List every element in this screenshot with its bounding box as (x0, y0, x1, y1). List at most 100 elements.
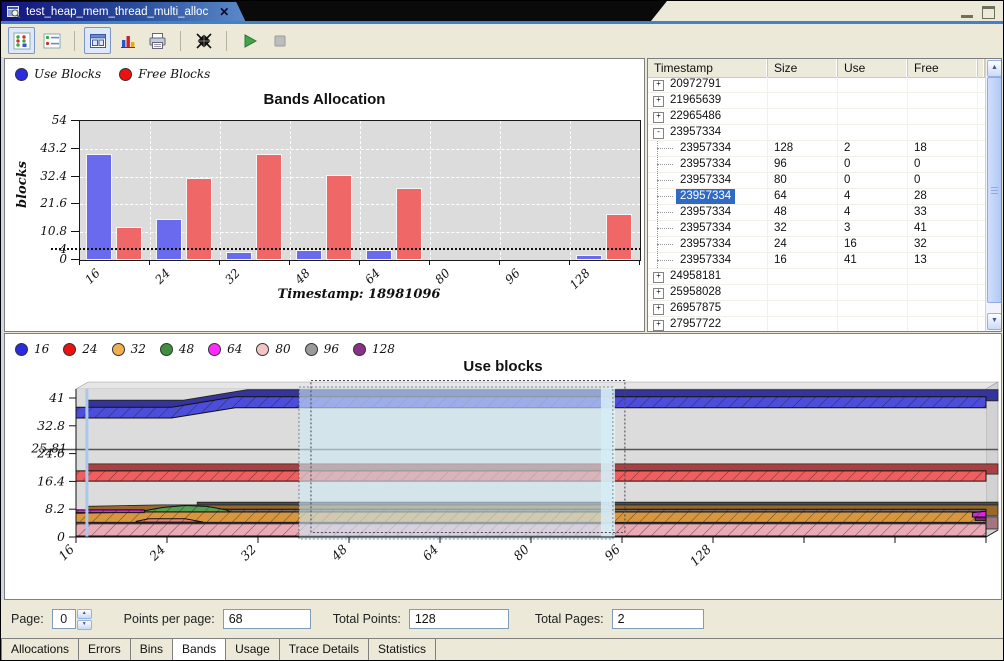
application-window: test_heap_mem_thread_multi_alloc ✕ (0, 0, 1004, 661)
tab-usage[interactable]: Usage (225, 639, 280, 661)
view-list-icon[interactable] (38, 27, 65, 54)
y-tick-mark (71, 231, 79, 232)
page-spinner[interactable]: 0 (52, 609, 76, 629)
legend-item: 128 (353, 342, 395, 356)
print-icon[interactable] (144, 27, 171, 54)
table-row[interactable]: -23957334 (648, 125, 985, 141)
editor-tabstrip: test_heap_mem_thread_multi_alloc ✕ (1, 1, 1003, 21)
table-row[interactable]: 23957334128218 (648, 141, 985, 157)
free-cell: 33 (908, 205, 978, 220)
table-row[interactable]: +27957722 (648, 317, 985, 331)
use-cell (838, 317, 908, 331)
expand-icon[interactable]: + (653, 320, 664, 331)
tab-errors[interactable]: Errors (78, 639, 131, 661)
points-per-page-input[interactable] (223, 609, 311, 629)
minimize-icon[interactable] (961, 6, 973, 18)
tab-bands[interactable]: Bands (172, 639, 226, 661)
free-cell (908, 317, 978, 331)
use-cell (838, 301, 908, 316)
table-row[interactable]: +24958181 (648, 269, 985, 285)
editor-tab[interactable]: test_heap_mem_thread_multi_alloc ✕ (2, 2, 245, 21)
bar-use (366, 250, 392, 260)
column-header-size[interactable]: Size (768, 59, 838, 77)
page-spinner-buttons[interactable]: ▲▼ (77, 609, 92, 630)
gridline (290, 121, 291, 260)
table-row[interactable]: 239573348000 (648, 173, 985, 189)
timestamp-cell: +20972791 (648, 77, 768, 92)
table-row[interactable]: 2395733464428 (648, 189, 985, 205)
tab-statistics[interactable]: Statistics (368, 639, 436, 661)
table-row[interactable]: +25958028 (648, 285, 985, 301)
use-cell: 4 (838, 205, 908, 220)
svg-text:0: 0 (57, 529, 65, 544)
scrollbar-thumb[interactable] (987, 77, 1002, 303)
tab-bins[interactable]: Bins (130, 639, 173, 661)
column-header-free[interactable]: Free (908, 59, 978, 77)
expand-icon[interactable]: + (653, 288, 664, 299)
close-icon[interactable]: ✕ (219, 5, 229, 19)
threshold-line (51, 248, 641, 250)
scroll-up-icon[interactable]: ▲ (987, 60, 1002, 77)
legend-item: 24 (63, 342, 97, 356)
timestamp-label: 26957875 (666, 301, 725, 316)
expand-icon[interactable]: + (653, 304, 664, 315)
expand-icon[interactable]: + (653, 112, 664, 123)
tab-allocations[interactable]: Allocations (1, 639, 79, 661)
table-row[interactable]: 2395733432341 (648, 221, 985, 237)
table-row[interactable]: 2395733448433 (648, 205, 985, 221)
svg-text:41: 41 (48, 390, 65, 405)
bar-free (606, 214, 632, 260)
chart-window-icon[interactable] (84, 27, 111, 54)
total-points-label: Total Points: (333, 612, 401, 626)
collapse-icon[interactable] (190, 27, 217, 54)
free-cell (908, 109, 978, 124)
table-row[interactable]: +22965486 (648, 109, 985, 125)
expand-icon[interactable]: + (653, 96, 664, 107)
tree-guide (657, 244, 673, 245)
run-icon[interactable] (236, 27, 263, 54)
timestamp-label: 24958181 (666, 269, 725, 284)
table-row[interactable]: 23957334241632 (648, 237, 985, 253)
timestamp-cell: +27957722 (648, 317, 768, 331)
column-header-use[interactable]: Use (838, 59, 908, 77)
restore-icon[interactable] (982, 6, 995, 19)
tree-guide (657, 212, 673, 213)
svg-text:32: 32 (237, 541, 259, 563)
expand-icon[interactable]: + (653, 80, 664, 91)
stop-icon[interactable] (266, 27, 293, 54)
timestamp-label: 23957334 (676, 173, 735, 188)
bar-use (576, 255, 602, 260)
use-cell: 0 (838, 157, 908, 172)
view-matrix-icon[interactable] (8, 27, 35, 54)
x-tick-mark (429, 260, 430, 265)
table-row[interactable]: 23957334164113 (648, 253, 985, 269)
legend-dot-icon (112, 343, 125, 356)
y-tick-label: 32.4 (5, 169, 67, 183)
legend-item: 80 (256, 342, 290, 356)
tab-trace-details[interactable]: Trace Details (279, 639, 369, 661)
free-cell (908, 301, 978, 316)
svg-text:48: 48 (328, 541, 351, 564)
expand-icon[interactable]: + (653, 272, 664, 283)
scroll-down-icon[interactable]: ▼ (987, 313, 1002, 330)
size-cell (768, 109, 838, 124)
legend-label: Use Blocks (34, 67, 101, 81)
table-row[interactable]: +21965639 (648, 93, 985, 109)
table-scrollbar[interactable]: ▲ ▼ (985, 59, 1001, 331)
toolbar-separator (74, 31, 75, 51)
gridline (150, 121, 151, 260)
collapse-icon[interactable]: - (653, 128, 664, 139)
table-row[interactable]: +26957875 (648, 301, 985, 317)
timestamp-label: 23957334 (676, 237, 735, 252)
y-tick-mark (71, 120, 79, 121)
size-cell (768, 269, 838, 284)
size-cell: 16 (768, 253, 838, 268)
bar-chart-icon[interactable] (114, 27, 141, 54)
column-header-timestamp[interactable]: Timestamp (648, 59, 768, 77)
timestamp-label: 27957722 (666, 317, 725, 331)
table-row[interactable]: +20972791 (648, 77, 985, 93)
page-label: Page: (11, 612, 44, 626)
tree-guide (657, 164, 673, 165)
use-cell (838, 109, 908, 124)
table-row[interactable]: 239573349600 (648, 157, 985, 173)
